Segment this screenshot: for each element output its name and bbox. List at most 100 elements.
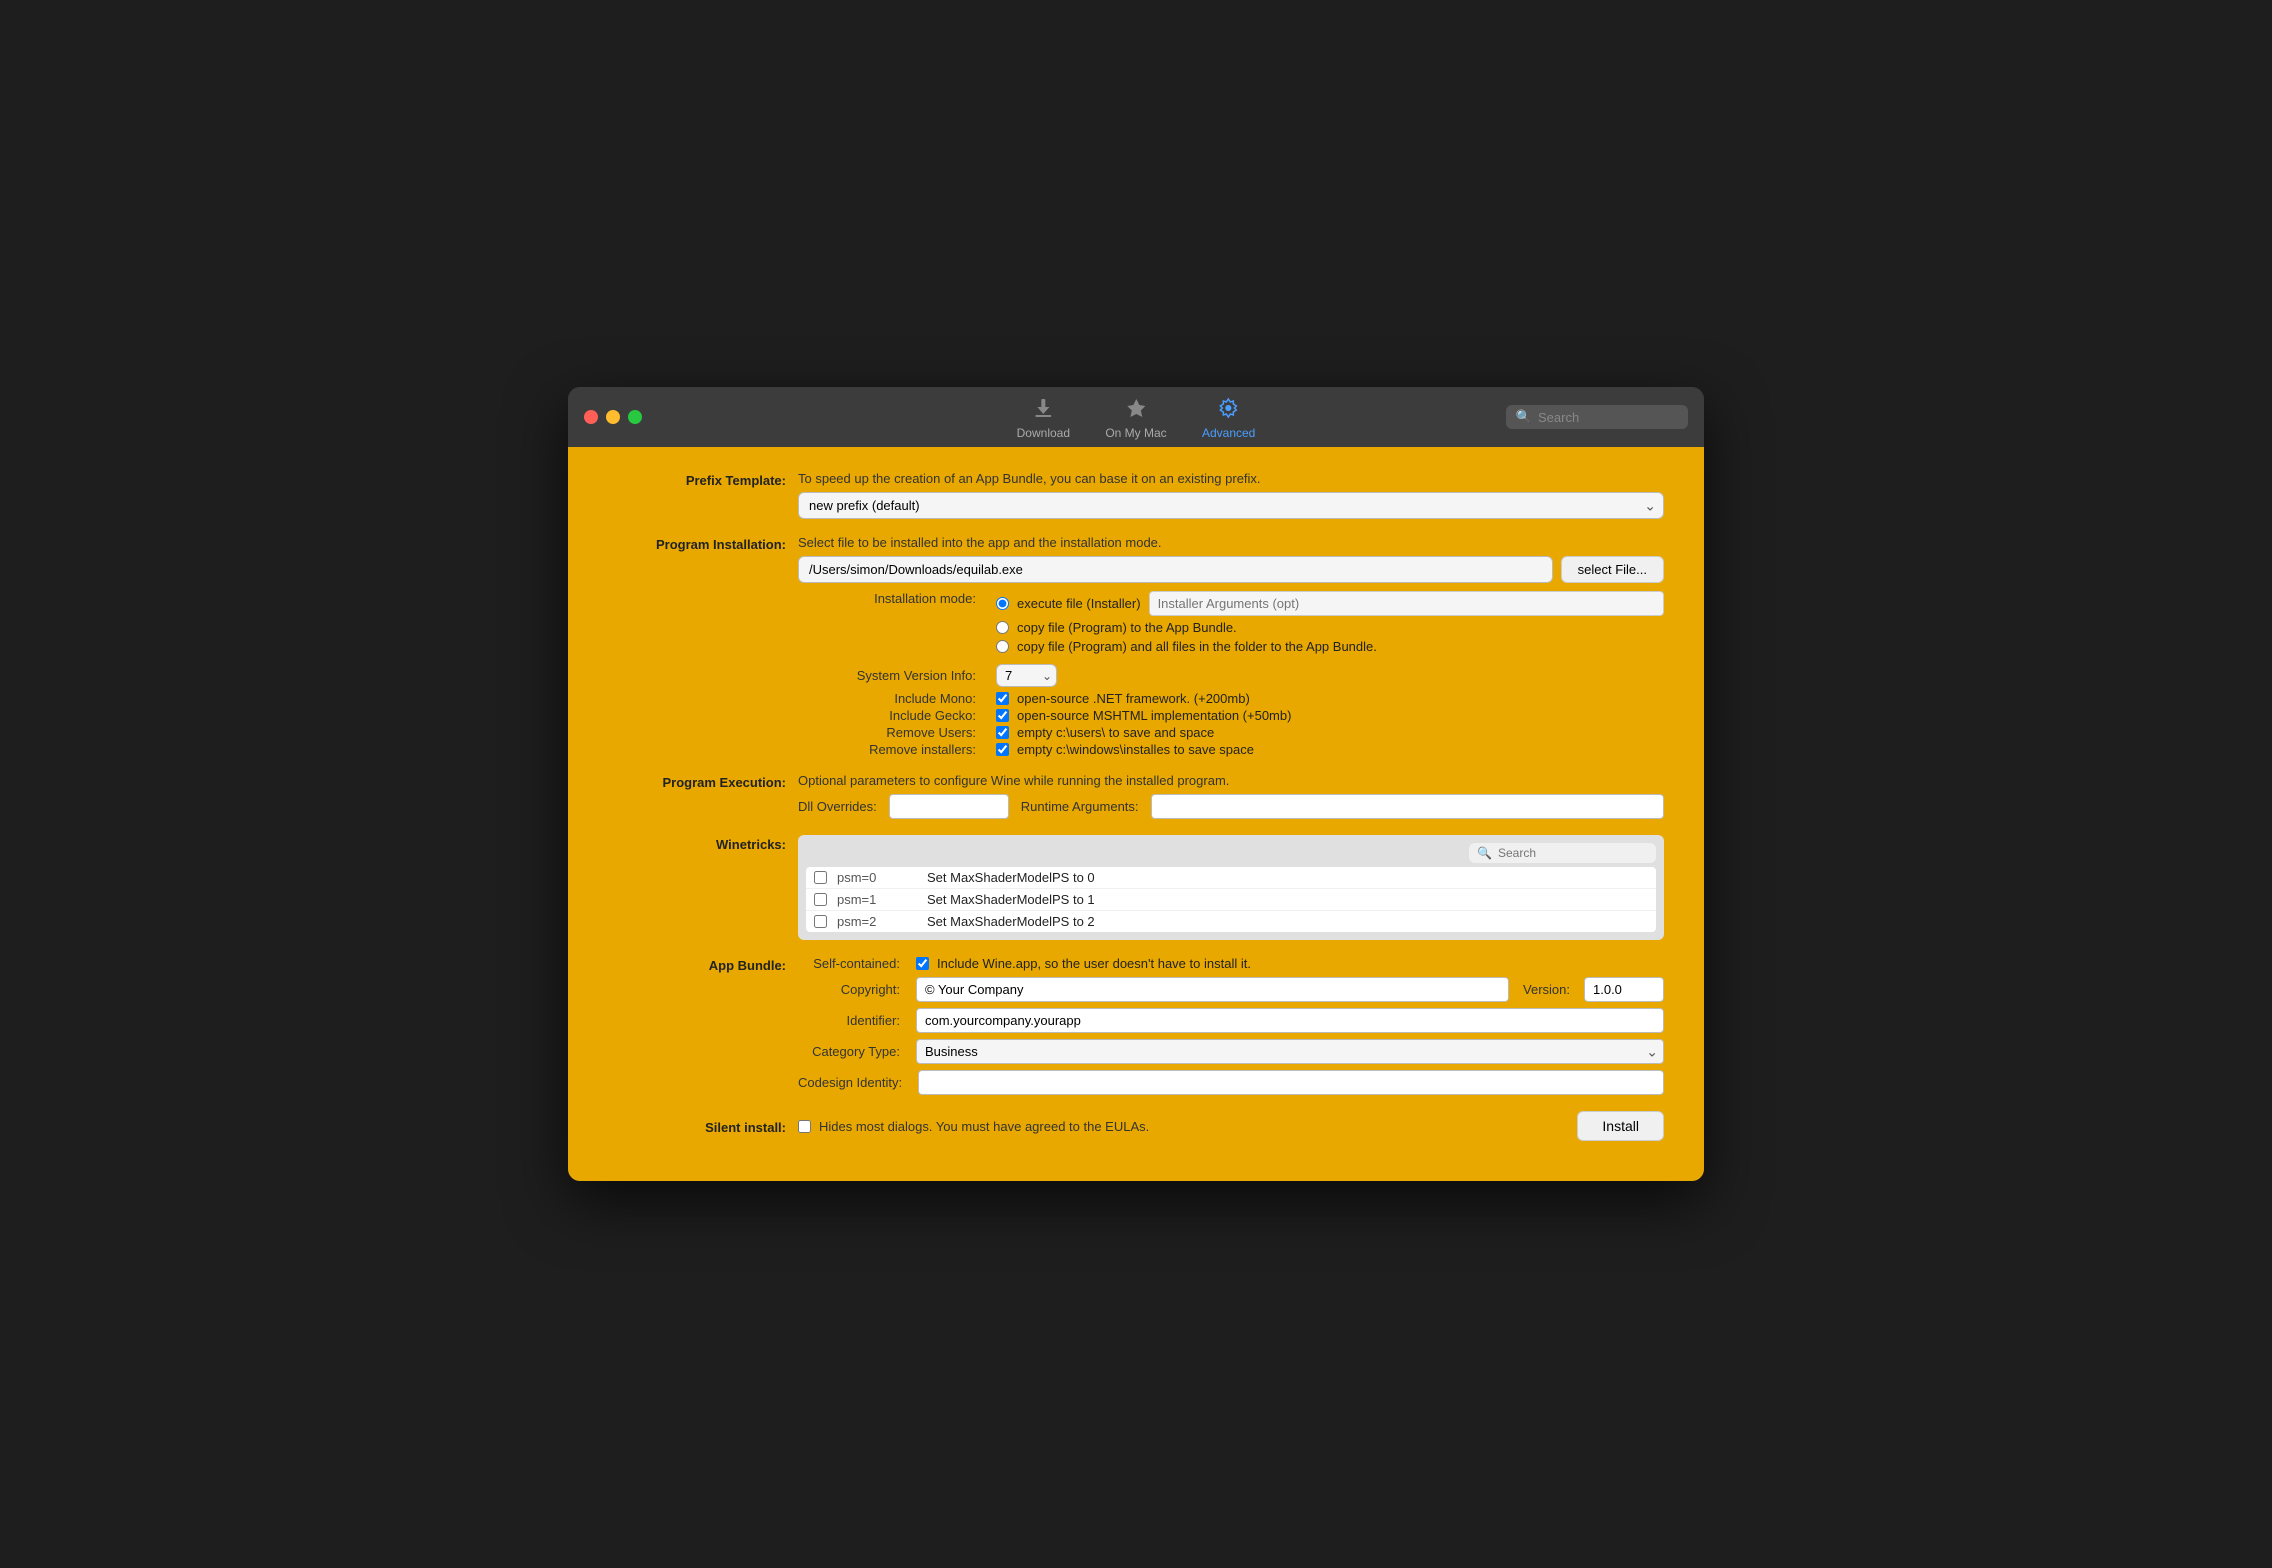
codesign-input[interactable] — [918, 1070, 1664, 1095]
system-version-select[interactable]: 7810xpvista — [996, 664, 1057, 687]
prefix-template-content: To speed up the creation of an App Bundl… — [798, 471, 1664, 519]
tab-download-label: Download — [1017, 426, 1070, 440]
minimize-button[interactable] — [606, 410, 620, 424]
runtime-args-input[interactable] — [1151, 794, 1664, 819]
winetricks-search-box[interactable]: 🔍 — [1469, 843, 1656, 863]
remove-users-row: Remove Users: empty c:\users\ to save an… — [798, 725, 1664, 740]
search-icon: 🔍 — [1516, 409, 1532, 425]
category-label: Category Type: — [798, 1044, 908, 1059]
system-version-select-wrap: 7810xpvista ⌄ — [996, 664, 1057, 687]
winetricks-item-check-1[interactable] — [814, 893, 827, 906]
program-installation-description: Select file to be installed into the app… — [798, 535, 1664, 550]
remove-users-desc: empty c:\users\ to save and space — [1017, 725, 1214, 740]
tab-on-my-mac-label: On My Mac — [1105, 426, 1166, 440]
install-mode-execute-row: Installation mode: execute file (Install… — [798, 591, 1664, 616]
winetricks-box: 🔍 psm=0 Set MaxShaderModelPS to 0 psm= — [798, 835, 1664, 940]
tab-advanced[interactable]: Advanced — [1199, 394, 1259, 440]
winetricks-item-desc-0: Set MaxShaderModelPS to 0 — [927, 870, 1648, 885]
installation-mode-section: Installation mode: execute file (Install… — [798, 591, 1664, 654]
remove-installers-checkbox[interactable] — [996, 743, 1009, 756]
titlebar: Download On My Mac — [568, 387, 1704, 447]
version-input[interactable] — [1584, 977, 1664, 1002]
include-mono-checkbox[interactable] — [996, 692, 1009, 705]
install-mode-execute-radio[interactable] — [996, 597, 1009, 610]
winetricks-row: Winetricks: 🔍 psm=0 Set MaxShaderModelP — [608, 835, 1664, 940]
silent-install-content: Hides most dialogs. You must have agreed… — [798, 1111, 1664, 1141]
winetricks-list: psm=0 Set MaxShaderModelPS to 0 psm=1 Se… — [806, 867, 1656, 932]
codesign-label: Codesign Identity: — [798, 1075, 910, 1090]
select-file-button[interactable]: select File... — [1561, 556, 1664, 583]
app-bundle-row: App Bundle: Self-contained: Include Wine… — [608, 956, 1664, 1095]
remove-installers-label: Remove installers: — [798, 742, 988, 757]
winetricks-item-name-2: psm=2 — [837, 914, 917, 929]
program-execution-row: Program Execution: Optional parameters t… — [608, 773, 1664, 819]
remove-users-checkbox[interactable] — [996, 726, 1009, 739]
remove-installers-desc: empty c:\windows\installes to save space — [1017, 742, 1254, 757]
tab-advanced-label: Advanced — [1202, 426, 1255, 440]
self-contained-desc: Include Wine.app, so the user doesn't ha… — [937, 956, 1251, 971]
install-mode-copy-all-label: copy file (Program) and all files in the… — [1017, 639, 1377, 654]
system-version-row: System Version Info: 7810xpvista ⌄ — [798, 664, 1664, 687]
program-installation-content: Select file to be installed into the app… — [798, 535, 1664, 757]
prefix-template-select[interactable]: new prefix (default) — [798, 492, 1664, 519]
self-contained-checkbox[interactable] — [916, 957, 929, 970]
copyright-label: Copyright: — [798, 982, 908, 997]
winetricks-item-desc-1: Set MaxShaderModelPS to 1 — [927, 892, 1648, 907]
version-label: Version: — [1517, 982, 1576, 997]
install-mode-copy-all-radio[interactable] — [996, 640, 1009, 653]
system-options-section: System Version Info: 7810xpvista ⌄ Inclu… — [798, 664, 1664, 757]
close-button[interactable] — [584, 410, 598, 424]
install-mode-copy-label: copy file (Program) to the App Bundle. — [1017, 620, 1237, 635]
include-mono-label: Include Mono: — [798, 691, 988, 706]
file-path-input[interactable] — [798, 556, 1553, 583]
self-contained-label: Self-contained: — [798, 956, 908, 971]
installer-args-input[interactable] — [1149, 591, 1664, 616]
list-item: psm=1 Set MaxShaderModelPS to 1 — [806, 889, 1656, 911]
remove-installers-row: Remove installers: empty c:\windows\inst… — [798, 742, 1664, 757]
winetricks-search-input[interactable] — [1498, 846, 1648, 860]
runtime-args-label: Runtime Arguments: — [1021, 799, 1139, 814]
tab-on-my-mac[interactable]: On My Mac — [1105, 394, 1166, 440]
install-mode-execute-label: execute file (Installer) — [1017, 596, 1141, 611]
prefix-template-label: Prefix Template: — [608, 471, 798, 488]
silent-install-row: Silent install: Hides most dialogs. You … — [608, 1111, 1664, 1141]
include-mono-desc: open-source .NET framework. (+200mb) — [1017, 691, 1250, 706]
program-installation-row: Program Installation: Select file to be … — [608, 535, 1664, 757]
install-mode-copy-radio[interactable] — [996, 621, 1009, 634]
category-select-wrap: BusinessEducationEntertainment FinanceGa… — [916, 1039, 1664, 1064]
file-path-row: select File... — [798, 556, 1664, 583]
winetricks-item-name-0: psm=0 — [837, 870, 917, 885]
winetricks-content: 🔍 psm=0 Set MaxShaderModelPS to 0 psm= — [798, 835, 1664, 940]
copyright-input[interactable] — [916, 977, 1509, 1002]
category-select[interactable]: BusinessEducationEntertainment FinanceGa… — [916, 1039, 1664, 1064]
include-gecko-checkbox[interactable] — [996, 709, 1009, 722]
dll-overrides-input[interactable] — [889, 794, 1009, 819]
prefix-template-row: Prefix Template: To speed up the creatio… — [608, 471, 1664, 519]
identifier-label: Identifier: — [798, 1013, 908, 1028]
installation-mode-label: Installation mode: — [798, 591, 988, 606]
program-installation-label: Program Installation: — [608, 535, 798, 552]
install-mode-copy-row: copy file (Program) to the App Bundle. — [798, 620, 1664, 635]
list-item: psm=2 Set MaxShaderModelPS to 2 — [806, 911, 1656, 932]
winetricks-label: Winetricks: — [608, 835, 798, 852]
copyright-row: Copyright: Version: — [798, 977, 1664, 1002]
include-gecko-label: Include Gecko: — [798, 708, 988, 723]
winetricks-item-check-0[interactable] — [814, 871, 827, 884]
toolbar-search-box[interactable]: 🔍 — [1506, 405, 1688, 429]
category-row: Category Type: BusinessEducationEntertai… — [798, 1039, 1664, 1064]
tab-download[interactable]: Download — [1013, 394, 1073, 440]
maximize-button[interactable] — [628, 410, 642, 424]
search-input[interactable] — [1538, 410, 1678, 425]
remove-users-label: Remove Users: — [798, 725, 988, 740]
winetricks-item-check-2[interactable] — [814, 915, 827, 928]
traffic-lights — [584, 410, 642, 424]
dll-overrides-label: Dll Overrides: — [798, 799, 877, 814]
silent-install-checkbox[interactable] — [798, 1120, 811, 1133]
winetricks-item-name-1: psm=1 — [837, 892, 917, 907]
silent-install-label: Silent install: — [608, 1118, 798, 1135]
dll-runtime-row: Dll Overrides: Runtime Arguments: — [798, 794, 1664, 819]
toolbar: Download On My Mac — [1013, 394, 1258, 440]
identifier-input[interactable] — [916, 1008, 1664, 1033]
install-button[interactable]: Install — [1577, 1111, 1664, 1141]
download-icon — [1029, 394, 1057, 422]
